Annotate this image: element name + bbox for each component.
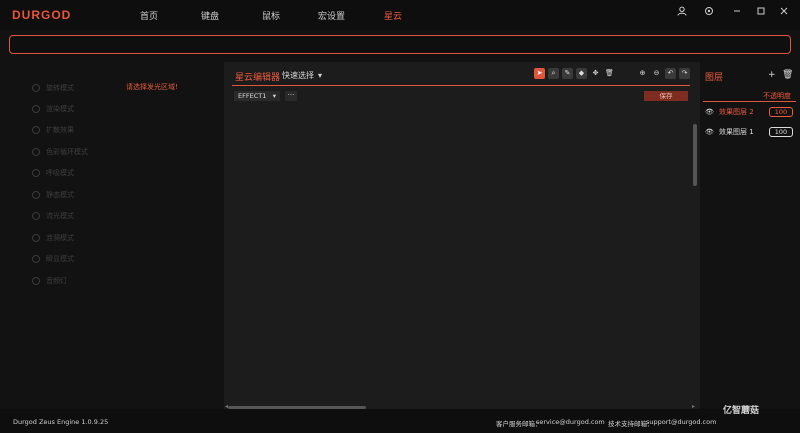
layer-row[interactable]: 👁 效果图层 1 100 <box>705 126 797 138</box>
mode-radio-icon <box>32 148 40 156</box>
close-icon[interactable] <box>776 6 792 22</box>
magnify-icon[interactable]: ⌕ <box>548 68 559 79</box>
nav-macro[interactable]: 宏设置 <box>318 9 345 22</box>
footer: Durgod Zeus Engine 1.0.9.25 客户服务邮箱： serv… <box>0 409 800 433</box>
app-window: DURGOD 首页 键盘 鼠标 宏设置 星云 旋转模式 渲染模式 扩散效果 色彩… <box>0 0 800 433</box>
nav-home[interactable]: 首页 <box>140 9 158 22</box>
delete-layer-button[interactable]: 🗑 <box>782 70 793 80</box>
nav-mouse[interactable]: 鼠标 <box>262 9 280 22</box>
search-input[interactable] <box>10 40 790 58</box>
add-layer-button[interactable]: + <box>768 70 776 80</box>
mode-item-color-cycle[interactable]: 色彩循环模式 <box>32 145 88 159</box>
layers-title: 图层 <box>705 73 724 83</box>
quick-select-dropdown[interactable]: 快速选择 ▾ <box>282 70 322 81</box>
opacity-label: 不透明度 <box>763 92 791 100</box>
mode-radio-icon <box>32 212 40 220</box>
layer-opacity-input[interactable]: 100 <box>769 107 793 117</box>
nebula-editor: 星云编辑器 快速选择 ▾ ➤ ⌕ ✎ ◆ ✥ 🗑 ⊕ ⊖ ↶ ↷ EFFECT1… <box>224 62 700 410</box>
search-bar <box>9 35 791 58</box>
nav-nebula[interactable]: 星云 <box>384 9 402 22</box>
lighting-mode-panel: 旋转模式 渲染模式 扩散效果 色彩循环模式 呼吸模式 静态模式 流光模式 涟漪模… <box>0 62 224 409</box>
mode-item-static[interactable]: 静态模式 <box>32 188 74 202</box>
mode-item-render[interactable]: 渲染模式 <box>32 102 74 116</box>
move-icon[interactable]: ✥ <box>590 68 601 79</box>
maximize-icon[interactable] <box>753 6 769 22</box>
redo-icon[interactable]: ↷ <box>679 68 690 79</box>
undo-icon[interactable]: ↶ <box>665 68 676 79</box>
trash-icon[interactable]: 🗑 <box>604 68 615 79</box>
editor-divider <box>232 85 690 86</box>
paint-bucket-icon[interactable]: ◆ <box>576 68 587 79</box>
layer-opacity-input[interactable]: 100 <box>769 127 793 137</box>
layer-row[interactable]: 👁 效果图层 2 100 <box>705 106 797 118</box>
user-icon[interactable] <box>674 6 690 22</box>
service-email[interactable]: service@durgod.com <box>536 418 605 426</box>
layers-panel: 图层 + 🗑 不透明度 👁 效果图层 2 100 👁 效果图层 1 100 <box>700 62 800 409</box>
service-label: 客户服务邮箱： <box>496 420 542 428</box>
mode-radio-icon <box>32 255 40 263</box>
logo: DURGOD <box>12 8 72 22</box>
top-bar: DURGOD 首页 键盘 鼠标 宏设置 星云 <box>0 0 800 30</box>
mode-radio-icon <box>32 234 40 242</box>
mode-item-rotate[interactable]: 旋转模式 <box>32 81 74 95</box>
mode-item-flow[interactable]: 流光模式 <box>32 209 74 223</box>
pointer-icon[interactable]: ➤ <box>534 68 545 79</box>
mode-item-diffuse[interactable]: 扩散效果 <box>32 123 74 137</box>
zoom-in-icon[interactable]: ⊕ <box>637 68 648 79</box>
mode-item-ripple[interactable]: 涟漪模式 <box>32 231 74 245</box>
nav-keyboard[interactable]: 键盘 <box>201 9 219 22</box>
pen-icon[interactable]: ✎ <box>562 68 573 79</box>
layers-divider <box>703 101 796 102</box>
mode-item-audio[interactable]: 音频灯 <box>32 274 67 288</box>
eye-icon[interactable]: 👁 <box>705 108 716 116</box>
mode-radio-icon <box>32 277 40 285</box>
chevron-down-icon: ▾ <box>318 71 323 80</box>
vertical-scrollbar[interactable] <box>693 124 697 186</box>
save-button[interactable]: 保存 <box>644 91 688 101</box>
effect-dropdown[interactable]: EFFECT1 ▾ <box>234 91 280 101</box>
mode-radio-icon <box>32 169 40 177</box>
version-text: Durgod Zeus Engine 1.0.9.25 <box>13 418 109 426</box>
chevron-down-icon: ▾ <box>272 92 276 100</box>
select-region-hint: 请选择发光区域! <box>126 83 178 91</box>
mode-item-breathing[interactable]: 呼吸模式 <box>32 166 74 180</box>
watermark: 亿智蘑菇 <box>723 406 760 416</box>
minimize-icon[interactable] <box>729 6 745 22</box>
mode-radio-icon <box>32 191 40 199</box>
zoom-out-icon[interactable]: ⊖ <box>651 68 662 79</box>
mode-item-flash[interactable]: 瞬显模式 <box>32 252 74 266</box>
mode-radio-icon <box>32 105 40 113</box>
editor-title: 星云编辑器 <box>235 73 281 83</box>
support-email[interactable]: support@durgod.com <box>646 418 716 426</box>
mode-radio-icon <box>32 126 40 134</box>
mode-radio-icon <box>32 84 40 92</box>
more-button[interactable]: ··· <box>285 91 297 101</box>
settings-icon[interactable] <box>701 6 717 22</box>
eye-icon[interactable]: 👁 <box>705 128 716 136</box>
